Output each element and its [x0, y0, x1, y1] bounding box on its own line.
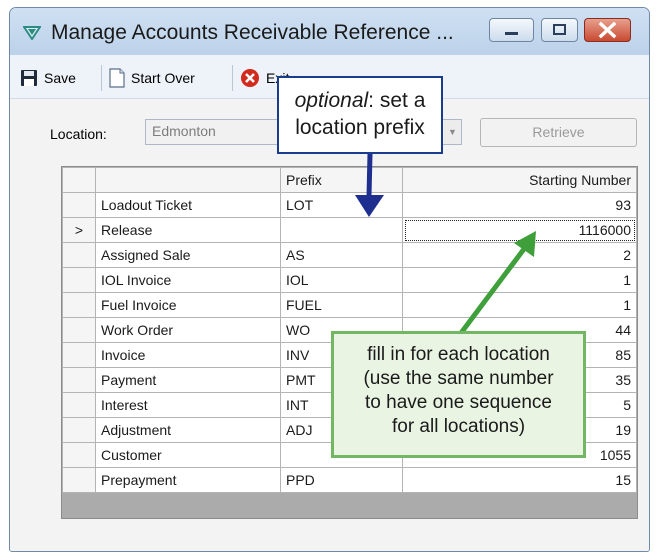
number-callout-line: to have one sequence [365, 392, 552, 413]
title-bar[interactable]: Manage Accounts Receivable Reference ... [10, 8, 649, 55]
prefix-callout-line2: location prefix [295, 116, 425, 139]
number-callout-line: fill in for each location [367, 344, 550, 365]
starting-number-cell[interactable]: 1116000 [402, 217, 637, 243]
reference-name-cell[interactable]: Assigned Sale [95, 242, 281, 268]
prefix-column-header[interactable]: Prefix [280, 167, 403, 193]
close-button[interactable] [584, 18, 631, 42]
starting-number-cell[interactable]: 1 [402, 267, 637, 293]
toolbar-separator [101, 65, 102, 91]
start-over-button[interactable]: Start Over [109, 67, 195, 89]
reference-name-cell[interactable]: Adjustment [95, 417, 281, 443]
row-selector[interactable] [62, 442, 96, 468]
reference-name-cell[interactable]: Prepayment [95, 467, 281, 493]
row-selector[interactable] [62, 317, 96, 343]
save-label: Save [44, 70, 76, 86]
grid-header-row: Prefix Starting Number [62, 167, 637, 193]
table-row[interactable]: Assigned Sale AS 2 [62, 242, 637, 268]
down-triangle-app-icon [23, 26, 41, 40]
starting-number-cell[interactable]: 2 [402, 242, 637, 268]
row-selector[interactable] [62, 367, 96, 393]
row-selector[interactable] [62, 192, 96, 218]
row-selector[interactable] [62, 467, 96, 493]
prefix-cell[interactable]: AS [280, 242, 403, 268]
starting-number-column-header[interactable]: Starting Number [402, 167, 637, 193]
toolbar-separator [232, 65, 233, 91]
reference-name-cell[interactable]: Customer [95, 442, 281, 468]
prefix-callout-line1: optional: set a [279, 87, 441, 114]
save-button[interactable]: Save [20, 67, 76, 89]
prefix-cell[interactable]: LOT [280, 192, 403, 218]
table-row[interactable]: Prepayment PPD 15 [62, 467, 637, 493]
blank-page-icon [109, 68, 125, 88]
reference-name-cell[interactable]: Loadout Ticket [95, 192, 281, 218]
window-title: Manage Accounts Receivable Reference ... [51, 21, 454, 44]
reference-name-cell[interactable]: Fuel Invoice [95, 292, 281, 318]
reference-name-cell[interactable]: Payment [95, 367, 281, 393]
reference-name-cell[interactable]: IOL Invoice [95, 267, 281, 293]
number-callout: fill in for each location (use the same … [331, 331, 586, 458]
number-callout-line: (use the same number [363, 368, 554, 389]
prefix-callout-rest: : set a [368, 89, 426, 112]
form-body: Location: Edmonton ▼ Retrieve Prefix Sta… [10, 99, 649, 551]
floppy-disk-icon [21, 70, 37, 86]
maximize-button[interactable] [541, 18, 578, 42]
reference-name-cell[interactable]: Interest [95, 392, 281, 418]
maximize-icon [553, 24, 566, 35]
starting-number-cell[interactable]: 93 [402, 192, 637, 218]
minimize-button[interactable] [489, 18, 534, 42]
row-selector[interactable] [62, 267, 96, 293]
prefix-cell[interactable]: FUEL [280, 292, 403, 318]
grid-corner-cell [62, 167, 96, 193]
close-icon [598, 21, 617, 39]
prefix-callout-italic: optional [294, 89, 369, 112]
prefix-cell[interactable]: PPD [280, 467, 403, 493]
start-over-label: Start Over [131, 70, 195, 86]
table-row[interactable]: > Release 1116000 [62, 217, 637, 243]
row-selector[interactable] [62, 292, 96, 318]
reference-name-cell[interactable]: Invoice [95, 342, 281, 368]
location-label: Location: [50, 126, 107, 142]
starting-number-cell[interactable]: 1 [402, 292, 637, 318]
number-callout-line: for all locations) [391, 416, 526, 437]
prefix-cell[interactable] [280, 217, 403, 243]
starting-number-cell[interactable]: 15 [402, 467, 637, 493]
table-row[interactable]: Fuel Invoice FUEL 1 [62, 292, 637, 318]
row-selector[interactable] [62, 417, 96, 443]
prefix-cell[interactable]: IOL [280, 267, 403, 293]
prefix-callout: optional: set a location prefix [277, 76, 443, 154]
row-selector[interactable] [62, 342, 96, 368]
reference-name-cell[interactable]: Work Order [95, 317, 281, 343]
minimize-icon [505, 32, 518, 35]
red-x-circle-icon [241, 69, 259, 87]
row-selector[interactable]: > [62, 217, 96, 243]
reference-name-cell[interactable]: Release [95, 217, 281, 243]
table-row[interactable]: IOL Invoice IOL 1 [62, 267, 637, 293]
retrieve-button[interactable]: Retrieve [480, 118, 637, 147]
row-selector[interactable] [62, 242, 96, 268]
name-column-header[interactable] [95, 167, 281, 193]
chevron-down-icon[interactable]: ▼ [444, 119, 462, 145]
row-selector[interactable] [62, 392, 96, 418]
table-row[interactable]: Loadout Ticket LOT 93 [62, 192, 637, 218]
